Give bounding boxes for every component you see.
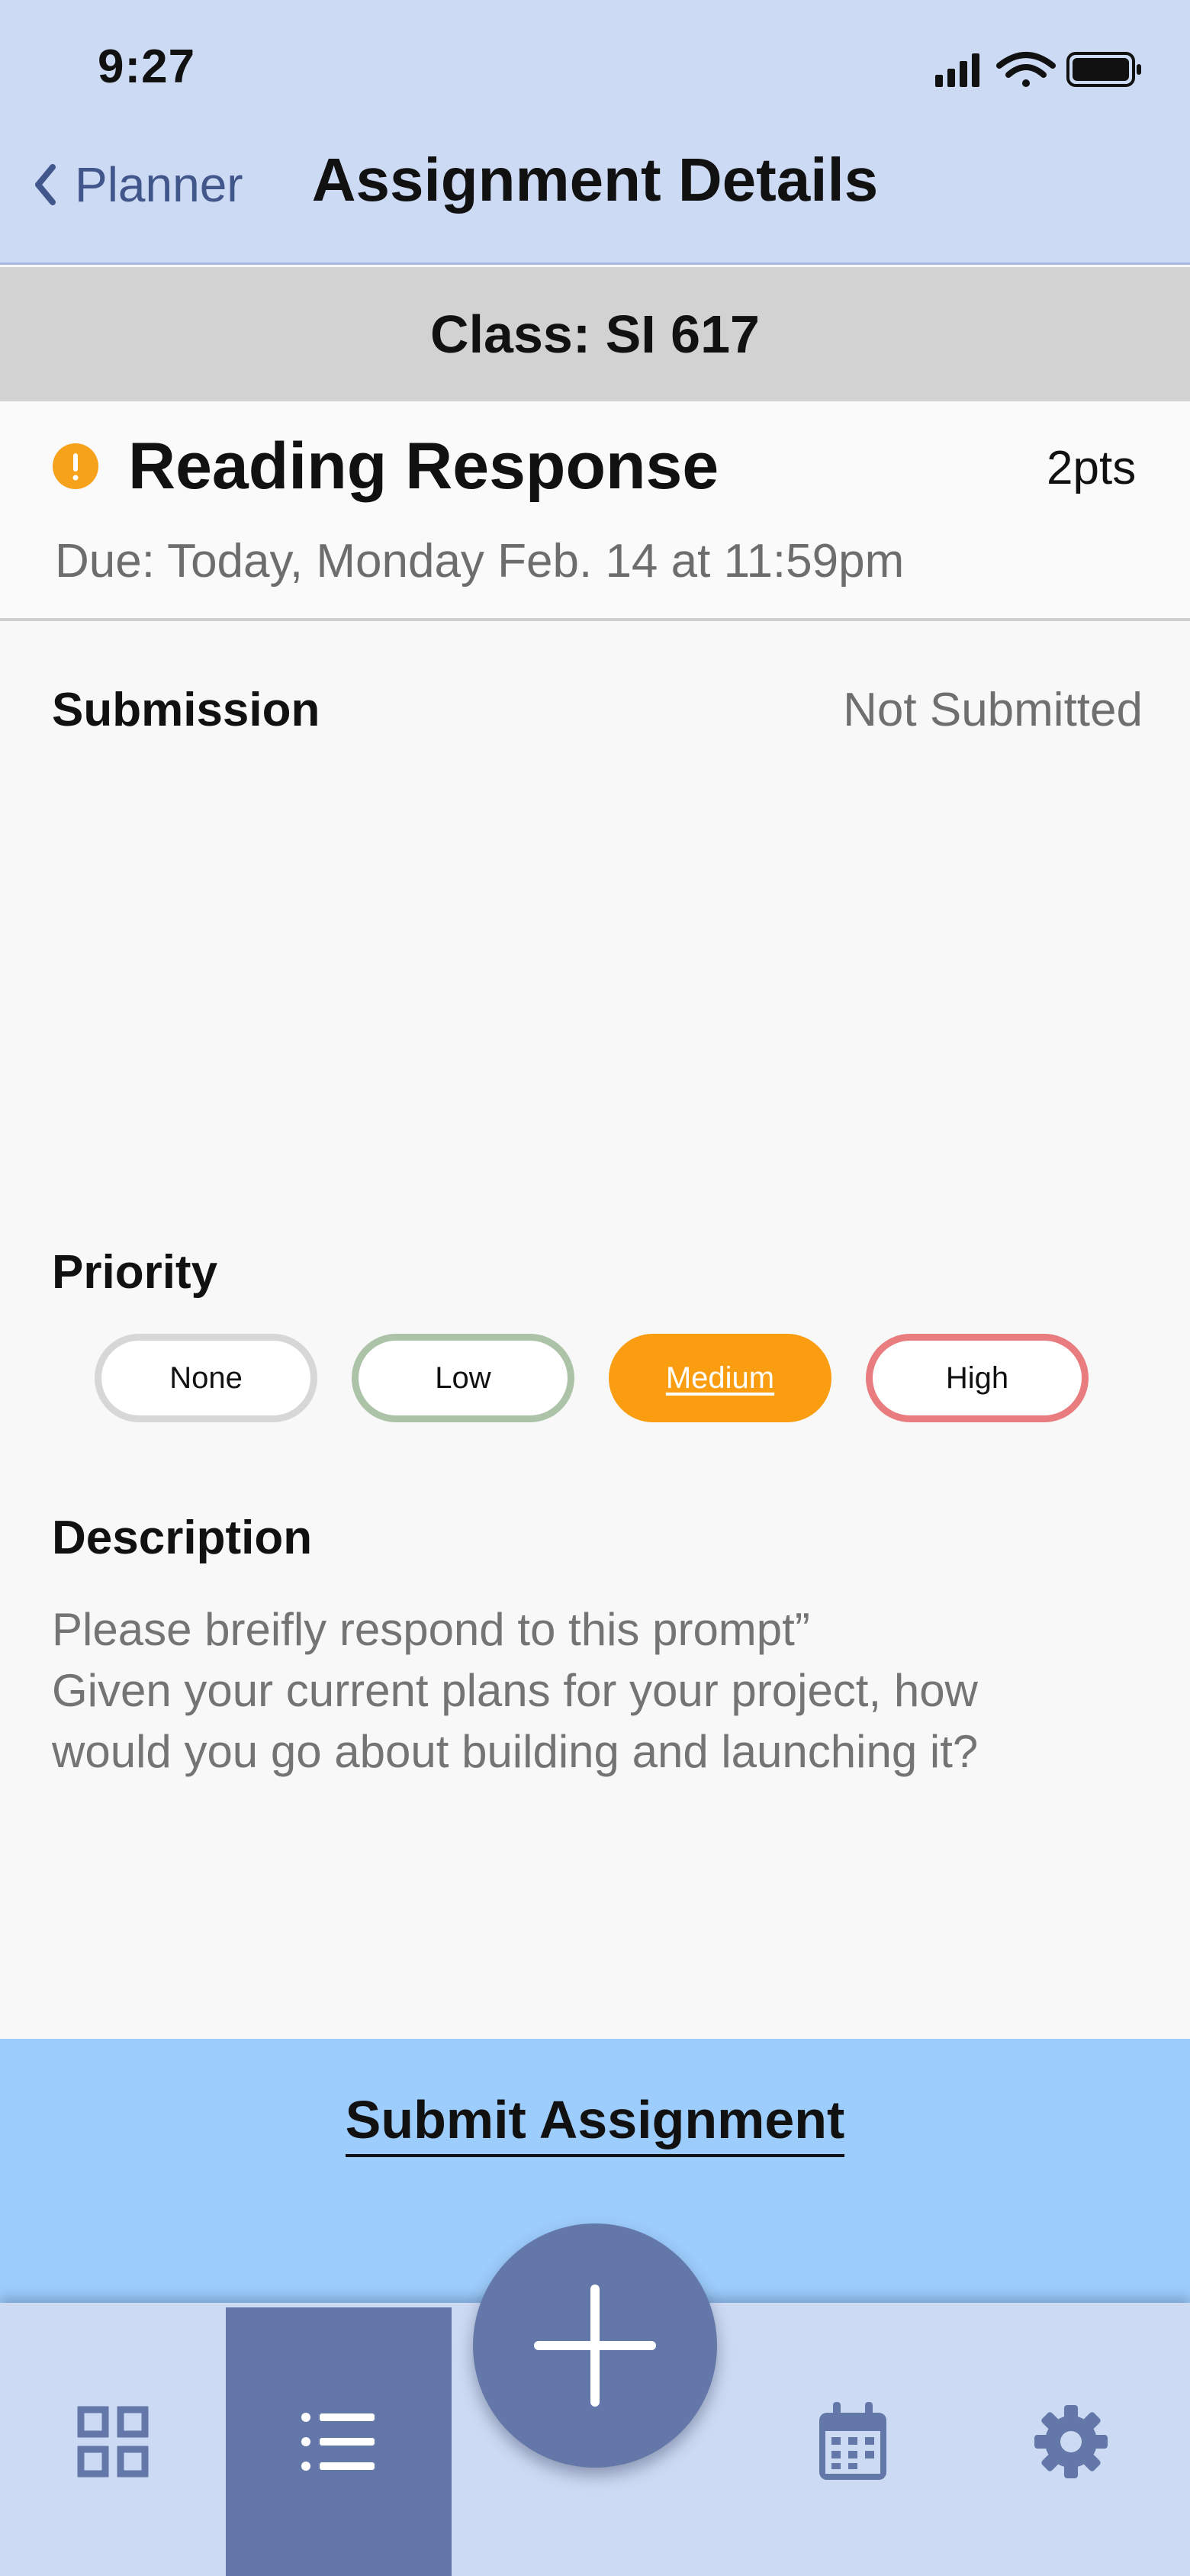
description-label: Description: [52, 1512, 313, 1564]
plus-icon: [534, 2285, 656, 2407]
status-icons: [935, 52, 1141, 87]
submit-assignment-label[interactable]: Submit Assignment: [345, 2090, 845, 2157]
page-title: Assignment Details: [311, 146, 879, 214]
priority-low-label: Low: [435, 1360, 491, 1395]
description-text: Please breifly respond to this prompt” G…: [52, 1604, 979, 1777]
tab-list[interactable]: [226, 2307, 452, 2576]
submission-status: Not Submitted: [843, 684, 1143, 736]
tab-settings[interactable]: [958, 2307, 1184, 2576]
alert-icon: [53, 443, 98, 489]
priority-high-button[interactable]: High: [866, 1334, 1089, 1422]
submit-assignment-button[interactable]: Submit Assignment: [0, 2089, 1190, 2157]
priority-medium-button[interactable]: Medium: [609, 1334, 831, 1422]
submission-label: Submission: [52, 684, 320, 736]
status-time: 9:27: [98, 40, 196, 93]
priority-none-button[interactable]: None: [95, 1334, 317, 1422]
priority-medium-label: Medium: [665, 1360, 775, 1395]
battery-icon: [1066, 52, 1141, 87]
tab-calendar[interactable]: [740, 2307, 966, 2576]
signal-icon: [935, 53, 979, 87]
assignment-points: 2pts: [1047, 442, 1137, 494]
grid-icon: [77, 2406, 149, 2478]
priority-label: Priority: [52, 1246, 218, 1299]
add-button[interactable]: [473, 2223, 717, 2468]
priority-high-label: High: [945, 1360, 1009, 1395]
calendar-icon: [819, 2402, 886, 2480]
priority-none-label: None: [169, 1360, 243, 1395]
assignment-title: Reading Response: [128, 430, 719, 503]
wifi-icon: [996, 52, 1056, 87]
list-icon: [301, 2413, 375, 2471]
class-banner: Class: SI 617: [0, 267, 1190, 401]
assignment-due-date: Due: Today, Monday Feb. 14 at 11:59pm: [55, 535, 905, 588]
class-label: Class: SI 617: [430, 304, 760, 364]
tab-dashboard[interactable]: [0, 2307, 226, 2576]
priority-low-button[interactable]: Low: [352, 1334, 574, 1422]
gear-icon: [1034, 2405, 1108, 2478]
